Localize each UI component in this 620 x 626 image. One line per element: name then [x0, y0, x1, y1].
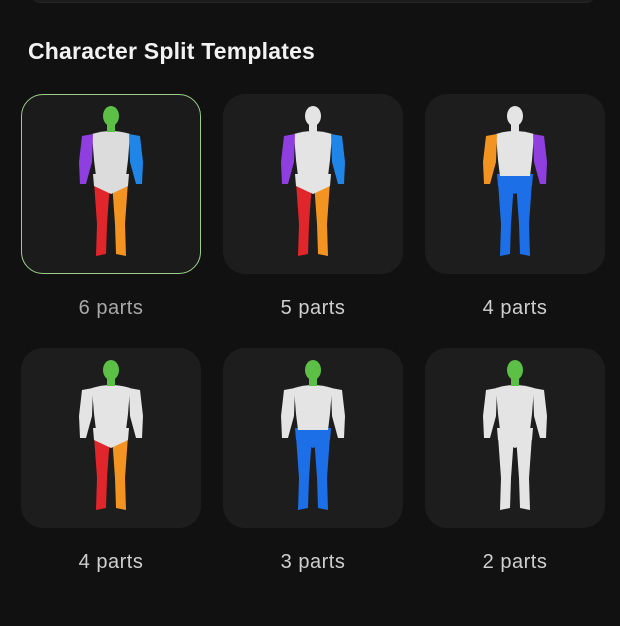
right-leg-part [516, 182, 532, 256]
torso-part [92, 131, 130, 176]
torso-part [92, 385, 130, 430]
left-arm-part [483, 388, 497, 438]
right-leg-part [314, 182, 330, 256]
right-leg-part [112, 436, 128, 510]
template-card-4-parts-arms[interactable] [425, 94, 605, 274]
head-part [103, 360, 119, 380]
head-part [103, 106, 119, 126]
template-label-3-parts: 3 parts [280, 551, 346, 573]
mannequin-5-parts-icon [281, 106, 345, 256]
head-part [305, 106, 321, 126]
head-part [507, 360, 523, 380]
template-card-6-parts[interactable] [21, 94, 201, 274]
template-label-5-parts: 5 parts [280, 297, 346, 319]
mannequin-6-parts-icon [79, 106, 143, 256]
right-arm-part [533, 134, 547, 184]
template-card-3-parts[interactable] [223, 348, 403, 528]
left-arm-part [79, 388, 93, 438]
torso-part [496, 131, 534, 176]
right-leg-part [314, 436, 330, 510]
left-arm-part [281, 388, 295, 438]
right-leg-part [516, 436, 532, 510]
torso-part [294, 131, 332, 176]
template-card-5-parts[interactable] [223, 94, 403, 274]
left-leg-part [296, 436, 312, 510]
left-leg-part [94, 182, 110, 256]
template-label-4-parts-arms: 4 parts [482, 297, 548, 319]
previous-section-edge [28, 0, 598, 3]
mannequin-2-parts-icon [483, 360, 547, 510]
mannequin-3-parts-icon [281, 360, 345, 510]
torso-part [294, 385, 332, 430]
right-arm-part [331, 134, 345, 184]
panel-title: Character Split Templates [28, 38, 316, 64]
right-arm-part [129, 134, 143, 184]
left-leg-part [498, 182, 514, 256]
right-arm-part [331, 388, 345, 438]
left-leg-part [296, 182, 312, 256]
head-part [507, 106, 523, 126]
mannequin-4-parts-legs-icon [79, 360, 143, 510]
mannequin-4-parts-arms-icon [483, 106, 547, 256]
right-arm-part [533, 388, 547, 438]
left-arm-part [281, 134, 295, 184]
template-card-4-parts-legs[interactable] [21, 348, 201, 528]
left-leg-part [498, 436, 514, 510]
template-label-2-parts: 2 parts [482, 551, 548, 573]
template-label-6-parts: 6 parts [78, 297, 144, 319]
left-arm-part [483, 134, 497, 184]
left-arm-part [79, 134, 93, 184]
head-part [305, 360, 321, 380]
right-leg-part [112, 182, 128, 256]
template-card-2-parts[interactable] [425, 348, 605, 528]
template-label-4-parts-legs: 4 parts [78, 551, 144, 573]
torso-part [496, 385, 534, 430]
right-arm-part [129, 388, 143, 438]
left-leg-part [94, 436, 110, 510]
